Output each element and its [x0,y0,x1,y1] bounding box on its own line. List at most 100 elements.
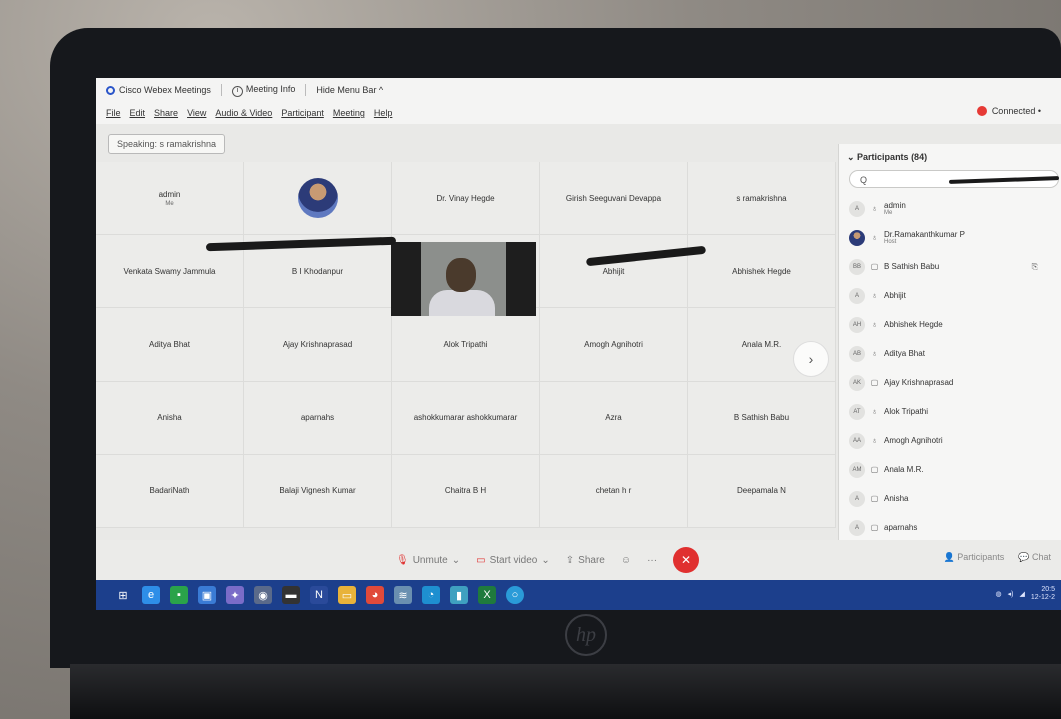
taskbar-clock[interactable]: 20:5 12-12-2 [1031,586,1055,602]
menu-view[interactable]: View [187,108,206,118]
sharing-icon: ⎘ [1031,261,1038,271]
meeting-info-button[interactable]: i Meeting Info [231,84,295,97]
next-page-button[interactable]: › [793,341,829,377]
laptop-keyboard-deck [70,664,1061,719]
wifi-icon[interactable]: ◢ [1019,590,1024,598]
file-explorer-icon[interactable]: ▭ [338,586,356,604]
avatar: A [849,287,865,304]
grid-tile[interactable]: BadariNath [96,454,244,528]
list-item[interactable]: AM ▢ Anala M.R. [843,455,1058,484]
photos-icon[interactable]: ✦ [226,586,244,604]
list-item[interactable]: AB ♁ Aditya Bhat [843,339,1058,368]
list-item[interactable]: AA ♁ Amogh Agnihotri [843,426,1058,455]
volume-icon[interactable]: ◂) [1008,590,1014,598]
screen-icon: ▢ [870,523,879,532]
person-icon: 👤 [943,552,955,562]
video-person-head [446,258,476,292]
menu-edit[interactable]: Edit [130,108,146,118]
avatar: AM [849,461,865,478]
menu-audio-video[interactable]: Audio & Video [215,108,272,118]
list-item[interactable]: A ♁ admin Me [843,194,1058,223]
list-item[interactable]: BB ▢ B Sathish Babu ⎘ [843,252,1058,281]
media-icon[interactable]: ◉ [254,586,272,604]
grid-tile[interactable]: Alok Tripathi [392,308,540,382]
chevron-right-icon: › [808,351,814,367]
info-icon: i [231,85,243,97]
list-item[interactable]: A ♁ Abhijit [843,281,1058,310]
store-icon[interactable]: ▣ [198,586,216,604]
edge-icon[interactable]: ◔ [422,586,440,604]
speaking-indicator: Speaking: s ramakrishna [108,134,226,154]
webex-taskbar-icon[interactable]: ○ [506,586,524,604]
grid-tile[interactable]: B Sathish Babu [688,381,836,455]
share-button[interactable]: ⇪ Share [566,555,605,566]
windows-start-icon[interactable]: ⊞ [114,586,132,604]
list-item[interactable]: ♁ Dr.Ramakanthkumar P Host [843,223,1058,252]
menu-bar: File Edit Share View Audio & Video Parti… [96,102,1061,124]
app-icon[interactable]: ▪ [170,586,188,604]
grid-tile[interactable]: Amogh Agnihotri [540,308,688,382]
chrome-icon[interactable]: ◕ [366,586,384,604]
list-item[interactable]: A ▢ aparnahs [843,513,1058,542]
terminal-icon[interactable]: ▬ [282,586,300,604]
grid-tile[interactable]: Girish Seeguvani Devappa [540,162,688,236]
mic-icon: ♁ [871,320,878,329]
webex-logo-icon [106,86,115,96]
list-item[interactable]: AT ♁ Alok Tripathi [843,397,1058,426]
menu-participant[interactable]: Participant [281,108,324,118]
grid-tile[interactable]: Balaji Vignesh Kumar [244,454,392,528]
camera-icon: ▭ [476,554,486,566]
screen-icon: ▢ [870,465,879,474]
title-bar: Cisco Webex Meetings i Meeting Info Hide … [96,78,1061,102]
more-options-button[interactable]: ··· [647,555,657,566]
avatar: A [849,490,865,507]
grid-tile[interactable]: Deepamala N [688,454,836,528]
video-person-body [429,290,495,316]
grid-tile[interactable]: aparnahs [244,381,392,455]
avatar [849,229,865,246]
avatar: A [849,200,865,217]
meeting-controls-bar: 🎙 Unmute ⌄ ▭ Start video ⌄ ⇪ Share ☺ ··· ✕ … [96,540,1061,580]
list-item[interactable]: A ▢ Anisha [843,484,1058,513]
list-item[interactable]: AH ♁ Abhishek Hegde [843,310,1058,339]
reactions-button[interactable]: ☺ [621,555,631,566]
grid-tile[interactable]: admin Me [96,162,244,236]
participant-video-feed[interactable] [391,242,536,316]
screen-icon: ▢ [870,262,879,271]
divider [220,84,222,96]
mic-muted-icon: 🎙 [396,554,409,566]
mic-icon: ♁ [871,407,878,416]
hp-logo-icon: hp [565,614,607,656]
end-call-button[interactable]: ✕ [673,547,700,573]
app-icon[interactable]: N [310,586,328,604]
grid-tile[interactable]: Anisha [96,381,244,455]
mic-icon: ♁ [871,204,878,213]
grid-tile[interactable]: Chaitra B H [392,454,540,528]
grid-tile[interactable]: chetan h r [540,454,688,528]
start-video-button[interactable]: ▭ Start video ⌄ [476,555,550,566]
grid-tile[interactable]: s ramakrishna [688,162,836,236]
connection-status[interactable]: Connected • [976,106,1041,116]
excel-icon[interactable]: X [478,586,496,604]
chat-toggle-button[interactable]: 💬 Chat [1018,552,1051,563]
list-item[interactable]: AK ▢ Ajay Krishnaprasad [843,368,1058,397]
network-icon[interactable]: ◍ [996,590,1002,598]
menu-meeting[interactable]: Meeting [333,108,365,118]
grid-tile[interactable] [244,162,392,236]
grid-tile[interactable]: Ajay Krishnaprasad [244,308,392,382]
hide-menu-bar-button[interactable]: Hide Menu Bar ^ [316,85,383,95]
internet-explorer-icon[interactable]: e [142,586,160,604]
grid-tile[interactable]: Azra [540,381,688,455]
grid-tile[interactable]: Abhijit [540,235,688,309]
app-icon[interactable]: ▮ [450,586,468,604]
menu-share[interactable]: Share [154,108,178,118]
menu-file[interactable]: File [106,108,121,118]
participants-toggle-button[interactable]: 👤 Participants [943,552,1004,563]
grid-tile[interactable]: ashokkumarar ashokkumarar [392,381,540,455]
menu-help[interactable]: Help [374,108,393,118]
grid-tile[interactable]: Dr. Vinay Hegde [392,162,540,236]
grid-tile[interactable]: Aditya Bhat [96,308,244,382]
app-icon[interactable]: ≋ [394,586,412,604]
unmute-button[interactable]: 🎙 Unmute ⌄ [396,555,460,566]
grid-tile[interactable]: Abhishek Hegde [688,235,836,309]
